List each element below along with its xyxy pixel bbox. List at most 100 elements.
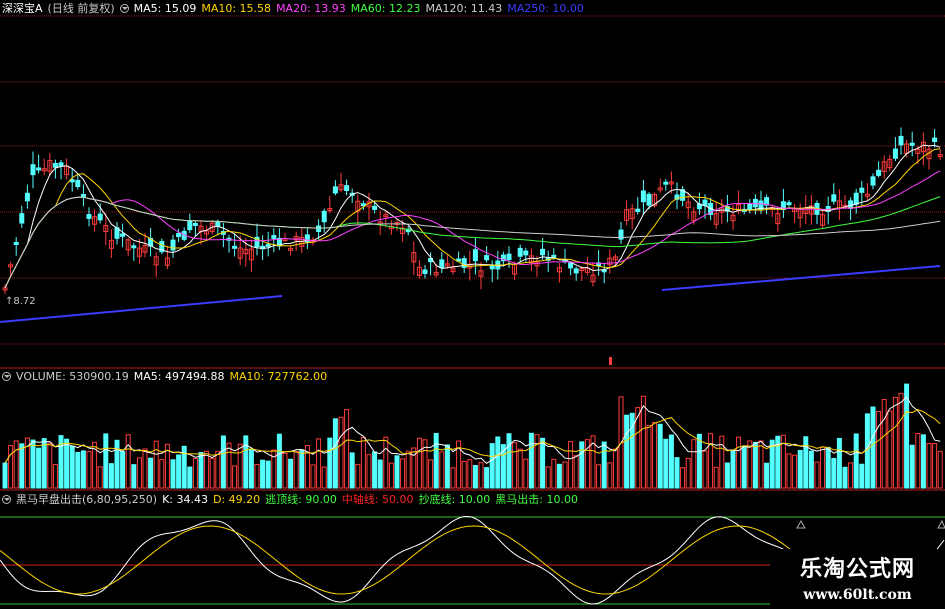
volume-bar	[668, 434, 674, 489]
volume-bar	[299, 449, 305, 489]
volume-bar	[198, 452, 204, 489]
volume-bar	[366, 454, 372, 489]
volume-bar	[814, 461, 820, 489]
volume-bar	[691, 439, 697, 489]
volume-bar	[848, 462, 854, 489]
ma-values: MA5: 15.09 MA10: 15.58 MA20: 13.93 MA60: 12…	[134, 2, 589, 15]
period-label: (日线 前复权)	[47, 2, 115, 15]
volume-bar	[282, 452, 288, 489]
volume-bar	[820, 446, 826, 489]
candle-body	[786, 202, 792, 206]
volume-bar	[696, 433, 702, 489]
volume-bar	[764, 462, 770, 489]
volume-bar	[439, 451, 445, 489]
volume-bar	[523, 458, 529, 489]
volume-bar	[909, 444, 915, 489]
signal-arrow	[796, 519, 806, 529]
ma250-line	[0, 295, 283, 323]
volume-bar	[579, 441, 585, 489]
vol-ma-label-1: MA10: 727762.00	[229, 370, 328, 383]
volume-bar	[663, 438, 669, 489]
candle-body	[909, 142, 915, 146]
volume-bar	[472, 465, 478, 489]
volume-bar	[204, 450, 210, 489]
volume-bar	[288, 458, 294, 489]
volume-bar	[702, 450, 708, 489]
signal-marker	[609, 357, 612, 365]
candle-body	[30, 164, 36, 176]
volume-bar	[372, 451, 378, 489]
ind-label-0: K: 34.43	[162, 493, 208, 506]
volume-bar	[176, 454, 182, 489]
volume-bar	[192, 457, 198, 489]
candle-body	[489, 265, 495, 270]
volume-bar	[887, 410, 893, 489]
volume-bar	[478, 462, 484, 489]
volume-bar	[47, 442, 53, 489]
volume-bar	[215, 450, 221, 489]
volume-bar	[153, 440, 159, 489]
volume-bar	[752, 441, 758, 489]
volume-bar	[803, 436, 809, 489]
candle-body	[422, 269, 428, 274]
candle-body	[24, 192, 30, 202]
volume-bar	[551, 458, 557, 489]
volume-bar	[248, 449, 254, 489]
volume-bar	[836, 437, 842, 489]
volume-bar	[254, 463, 260, 489]
ma-label-1: MA10: 15.58	[201, 2, 272, 15]
volume-bar	[540, 437, 546, 489]
candle-body	[97, 213, 103, 221]
candle-body	[316, 225, 322, 232]
volume-bar	[327, 437, 333, 489]
indicator-values: K: 34.43 D: 49.20 逃顶线: 90.00 中轴线: 50.00 抄底线:…	[162, 493, 583, 506]
volume-bar	[394, 455, 400, 489]
volume-bar	[881, 399, 887, 489]
volume-menu-icon[interactable]	[2, 372, 11, 381]
volume-bar	[52, 464, 58, 489]
volume-bar	[674, 457, 680, 489]
volume-bar	[405, 450, 411, 489]
candle-body	[506, 253, 512, 261]
volume-bar	[892, 396, 898, 489]
volume-bar	[120, 451, 126, 489]
volume-bar	[428, 459, 434, 489]
candle-body	[187, 220, 193, 231]
candle-body	[321, 210, 327, 223]
candle-body	[853, 192, 859, 205]
volume-bar	[741, 445, 747, 489]
candle-body	[484, 255, 490, 261]
indicator-menu-icon[interactable]	[119, 4, 129, 13]
volume-bar	[937, 450, 943, 489]
ind-label-3: 中轴线: 50.00	[341, 493, 414, 506]
ind-label-2: 逃顶线: 90.00	[265, 493, 337, 506]
volume-bar	[534, 434, 540, 489]
volume-bar	[103, 433, 109, 489]
candle-body	[19, 213, 25, 224]
volume-bar	[260, 459, 266, 489]
volume-bar	[685, 457, 691, 489]
volume-bar	[64, 438, 70, 489]
candle-body	[36, 167, 42, 171]
volume-bar	[321, 466, 327, 489]
volume-bar	[512, 442, 518, 489]
volume-bar	[517, 448, 523, 489]
candle-body	[663, 181, 669, 185]
volume-bar	[265, 460, 271, 489]
volume-bar	[758, 440, 764, 489]
volume-bar	[142, 448, 148, 489]
volume-bar	[932, 443, 938, 489]
stock-name: 深深宝A	[2, 2, 43, 15]
candle-body	[523, 250, 529, 256]
watermark-url: www.60lt.com	[803, 587, 912, 603]
signal-arrow	[937, 519, 945, 529]
stock-chart-canvas[interactable]	[0, 0, 945, 609]
candle-body	[573, 268, 579, 274]
indicator-panel-menu-icon[interactable]	[2, 495, 11, 504]
ma-label-5: MA250: 10.00	[507, 2, 584, 15]
volume-bar	[769, 439, 775, 489]
candle-body	[540, 248, 546, 256]
volume-bar	[926, 442, 932, 489]
volume-bar	[876, 410, 882, 489]
volume-bar	[730, 449, 736, 489]
